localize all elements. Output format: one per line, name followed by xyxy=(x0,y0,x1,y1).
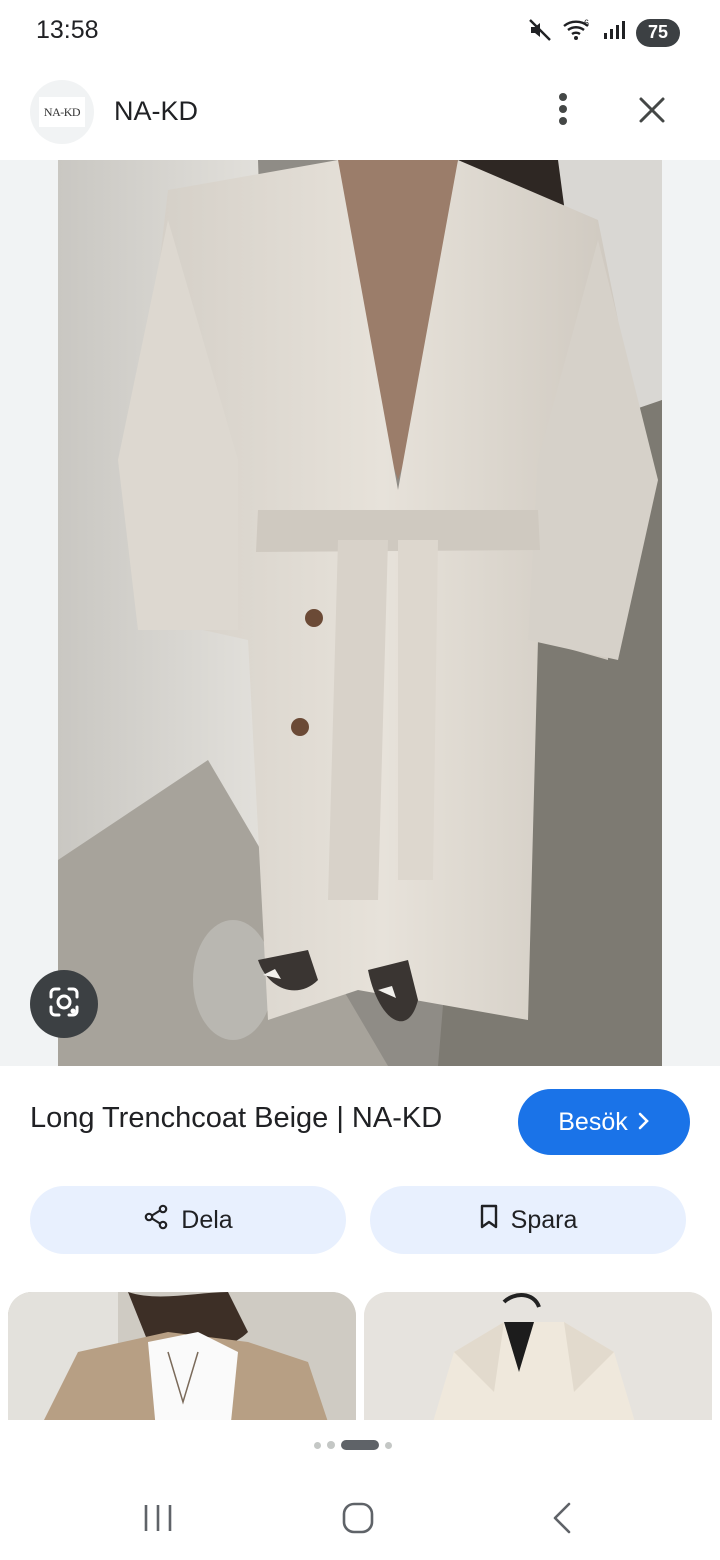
image-viewer xyxy=(0,160,720,1066)
back-icon xyxy=(552,1502,572,1539)
visit-button[interactable]: Besök xyxy=(518,1089,690,1155)
page-dot-active xyxy=(341,1440,379,1450)
page-indicator[interactable] xyxy=(314,1440,392,1450)
status-bar: 13:58 6 75 xyxy=(0,0,720,66)
page-dot xyxy=(327,1441,335,1449)
site-logo[interactable]: NA-KD xyxy=(30,80,94,144)
site-logo-text: NA-KD xyxy=(39,97,85,127)
site-name[interactable]: NA-KD xyxy=(114,96,198,127)
wifi-icon: 6 xyxy=(562,18,592,47)
related-image-2[interactable] xyxy=(364,1292,712,1420)
share-button[interactable]: Dela xyxy=(30,1186,346,1254)
bottom-sheet xyxy=(0,1420,720,1480)
chevron-right-icon xyxy=(638,1108,650,1137)
more-vert-icon xyxy=(558,92,568,131)
lens-search-button[interactable] xyxy=(30,970,98,1038)
recent-apps-icon xyxy=(142,1503,174,1538)
result-title[interactable]: Long Trenchcoat Beige | NA-KD xyxy=(30,1102,442,1135)
mute-icon xyxy=(528,18,552,47)
page-dot xyxy=(385,1441,392,1449)
network-badge: 6 xyxy=(584,18,589,28)
visit-label: Besök xyxy=(558,1107,628,1136)
related-image-1[interactable] xyxy=(8,1292,356,1420)
battery-indicator: 75 xyxy=(636,18,680,47)
product-image[interactable] xyxy=(58,160,662,1066)
home-button[interactable] xyxy=(328,1496,388,1544)
related-images xyxy=(0,1292,720,1420)
google-lens-icon xyxy=(47,985,81,1024)
close-icon xyxy=(638,96,666,129)
status-time: 13:58 xyxy=(36,16,99,44)
back-button[interactable] xyxy=(532,1496,592,1544)
header: NA-KD NA-KD xyxy=(0,66,720,160)
save-button[interactable]: Spara xyxy=(370,1186,686,1254)
page-dot xyxy=(314,1441,321,1449)
close-button[interactable] xyxy=(628,88,676,136)
home-icon xyxy=(341,1501,375,1540)
status-icons: 6 75 xyxy=(528,18,680,47)
bookmark-icon xyxy=(479,1204,499,1237)
navigation-bar xyxy=(0,1480,720,1560)
more-options-button[interactable] xyxy=(540,88,586,134)
signal-icon xyxy=(602,18,626,47)
share-icon xyxy=(143,1204,169,1237)
save-label: Spara xyxy=(510,1205,578,1234)
recent-apps-button[interactable] xyxy=(128,1496,188,1544)
share-label: Dela xyxy=(181,1205,233,1234)
